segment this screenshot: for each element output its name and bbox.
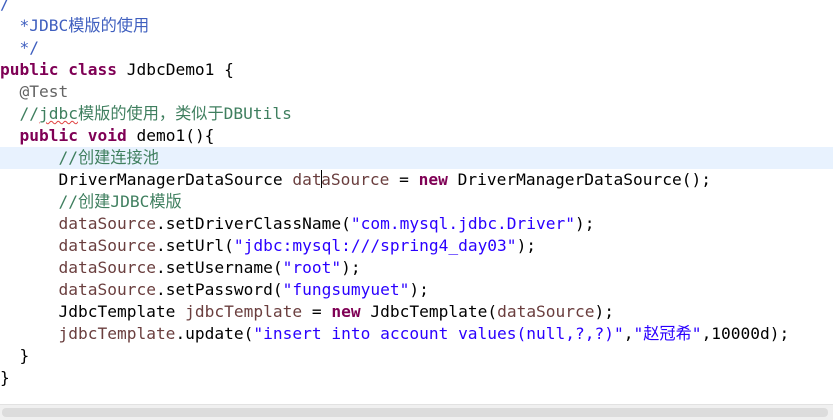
code-token: dataSource — [58, 280, 156, 299]
code-token: new — [331, 302, 361, 321]
code-token: *JDBC模版的使用 — [0, 16, 150, 35]
code-token: .setPassword( — [155, 280, 283, 299]
code-token: dataSource — [58, 236, 156, 255]
code-editor[interactable]: / *JDBC模版的使用 */public class JdbcDemo1 { … — [0, 0, 833, 404]
code-token: dataSource — [292, 170, 389, 189]
code-token: .setUrl( — [155, 236, 234, 255]
code-line[interactable]: dataSource.setUrl("jdbc:mysql:///spring4… — [0, 235, 833, 257]
code-line[interactable]: dataSource.setDriverClassName("com.mysql… — [0, 213, 833, 235]
code-line[interactable]: *JDBC模版的使用 — [0, 15, 833, 37]
code-token: / — [0, 0, 10, 13]
code-line[interactable]: jdbcTemplate.update("insert into account… — [0, 323, 833, 345]
code-token: class — [68, 60, 117, 79]
code-token: public — [19, 126, 78, 145]
code-token: "insert into account values(null,?,?)" — [253, 324, 624, 343]
code-token: = — [389, 170, 419, 189]
code-line[interactable]: //创建连接池 — [0, 147, 833, 169]
code-token-part: aSource — [321, 170, 390, 189]
code-token: .setDriverClassName( — [155, 214, 351, 233]
code-token: "root" — [282, 258, 342, 277]
code-token: JdbcTemplate — [0, 302, 186, 321]
code-token: } — [0, 368, 10, 387]
code-token: jdbc — [38, 104, 78, 123]
code-line[interactable]: dataSource.setUsername("root"); — [0, 257, 833, 279]
horizontal-scrollbar[interactable] — [0, 404, 833, 420]
code-token: @Test — [19, 82, 69, 101]
code-token: // — [0, 104, 39, 123]
code-token: */ — [0, 38, 39, 57]
code-token: JdbcTemplate( — [360, 302, 498, 321]
code-token: ,10000d); — [701, 324, 790, 343]
code-token: "com.mysql.jdbc.Driver" — [350, 214, 576, 233]
horizontal-scrollbar-thumb[interactable] — [2, 408, 828, 417]
code-line[interactable]: / — [0, 0, 833, 15]
code-line[interactable]: DriverManagerDataSource dataSource = new… — [0, 169, 833, 191]
code-token: jdbcTemplate — [58, 324, 176, 343]
code-line[interactable]: } — [0, 345, 833, 367]
code-token: new — [418, 170, 448, 189]
code-line[interactable]: public class JdbcDemo1 { — [0, 59, 833, 81]
code-token: ); — [341, 258, 361, 277]
code-token: .update( — [175, 324, 254, 343]
code-line[interactable]: } — [0, 367, 833, 389]
code-token: DriverManagerDataSource — [0, 170, 293, 189]
code-token: ); — [575, 214, 595, 233]
code-token: dataSource — [58, 214, 156, 233]
code-token: //创建JDBC模版 — [0, 192, 182, 211]
code-line[interactable]: //jdbc模版的使用，类似于DBUtils — [0, 103, 833, 125]
code-token: ); — [594, 302, 615, 321]
code-token: dataSource — [497, 302, 595, 321]
code-token: 模版的使用，类似于DBUtils — [77, 104, 292, 123]
code-token: jdbcTemplate — [185, 302, 303, 321]
code-line[interactable]: JdbcTemplate jdbcTemplate = new JdbcTemp… — [0, 301, 833, 323]
code-line[interactable]: public void demo1(){ — [0, 125, 833, 147]
code-token: //创建连接池 — [0, 148, 159, 167]
code-token: public — [0, 60, 59, 79]
code-token: "fungsumyuet" — [282, 280, 410, 299]
code-token: .setUsername( — [155, 258, 283, 277]
code-token: void — [87, 126, 127, 145]
code-line[interactable]: //创建JDBC模版 — [0, 191, 833, 213]
code-token: = — [302, 302, 332, 321]
code-line[interactable]: @Test — [0, 81, 833, 103]
code-token: JdbcDemo1 { — [116, 60, 234, 79]
code-token: DriverManagerDataSource(); — [447, 170, 711, 189]
code-line[interactable]: dataSource.setPassword("fungsumyuet"); — [0, 279, 833, 301]
code-token: , — [623, 324, 634, 343]
code-token: dataSource — [58, 258, 156, 277]
code-line[interactable]: */ — [0, 37, 833, 59]
code-token: ); — [516, 236, 537, 255]
code-token: "jdbc:mysql:///spring4_day03" — [233, 236, 517, 255]
code-token: } — [0, 346, 30, 365]
code-token: demo1(){ — [126, 126, 215, 145]
code-token: ); — [409, 280, 429, 299]
code-token: "赵冠希" — [633, 324, 702, 343]
code-token-part: dat — [292, 170, 322, 189]
